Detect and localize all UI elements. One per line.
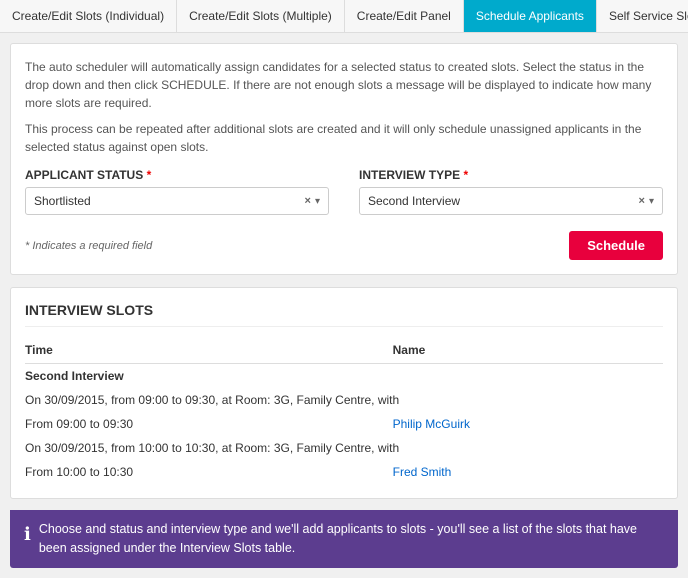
main-content: The auto scheduler will automatically as… [0,33,688,578]
slot-2-desc: On 30/09/2015, from 10:00 to 10:30, at R… [25,436,663,460]
slot-1-link[interactable]: Philip McGuirk [393,417,470,431]
group-label: Second Interview [25,364,663,389]
col-name: Name [393,339,663,364]
interview-type-select[interactable]: Second Interview × ▾ [359,187,663,215]
slot-1-name: Philip McGuirk [393,412,663,436]
interview-type-value: Second Interview [368,194,639,208]
info-bar: ℹ Choose and status and interview type a… [10,510,678,568]
table-row: On 30/09/2015, from 09:00 to 09:30, at R… [25,388,663,412]
slot-2-time: From 10:00 to 10:30 [25,460,393,484]
table-row: From 09:00 to 09:30 Philip McGuirk [25,412,663,436]
slots-table: Time Name Second Interview On 30/09/2015… [25,339,663,484]
tab-create-individual[interactable]: Create/Edit Slots (Individual) [0,0,177,32]
table-row: From 10:00 to 10:30 Fred Smith [25,460,663,484]
tab-self-service[interactable]: Self Service Slots [597,0,688,32]
applicant-status-value: Shortlisted [34,194,305,208]
info-bar-message: Choose and status and interview type and… [39,520,664,558]
applicant-status-group: APPLICANT STATUS * Shortlisted × ▾ [25,168,329,215]
tab-create-multiple[interactable]: Create/Edit Slots (Multiple) [177,0,345,32]
tab-schedule-applicants[interactable]: Schedule Applicants [464,0,597,32]
interview-type-group: INTERVIEW TYPE * Second Interview × ▾ [359,168,663,215]
applicant-status-label: APPLICANT STATUS * [25,168,329,182]
schedule-button[interactable]: Schedule [569,231,663,260]
group-label-row: Second Interview [25,364,663,389]
table-row: On 30/09/2015, from 10:00 to 10:30, at R… [25,436,663,460]
required-note: * Indicates a required field [25,240,152,252]
col-time: Time [25,339,393,364]
form-row: APPLICANT STATUS * Shortlisted × ▾ INTER… [25,168,663,215]
scheduler-card: The auto scheduler will automatically as… [10,43,678,275]
slot-2-link[interactable]: Fred Smith [393,465,452,479]
applicant-status-clear[interactable]: × [305,195,311,207]
applicant-status-arrow[interactable]: ▾ [315,196,320,207]
info-text-2: This process can be repeated after addit… [25,120,663,156]
slot-1-time: From 09:00 to 09:30 [25,412,393,436]
table-header-row: Time Name [25,339,663,364]
interview-type-arrow[interactable]: ▾ [649,196,654,207]
slots-title: INTERVIEW SLOTS [25,302,663,327]
info-icon: ℹ [24,521,31,548]
interview-type-clear[interactable]: × [639,195,645,207]
interview-type-label: INTERVIEW TYPE * [359,168,663,182]
required-star-2: * [463,168,468,182]
top-navigation: Create/Edit Slots (Individual) Create/Ed… [0,0,688,33]
applicant-status-select[interactable]: Shortlisted × ▾ [25,187,329,215]
interview-slots-card: INTERVIEW SLOTS Time Name Second Intervi… [10,287,678,499]
info-text-1: The auto scheduler will automatically as… [25,58,663,112]
required-star-1: * [147,168,152,182]
tab-create-panel[interactable]: Create/Edit Panel [345,0,464,32]
slot-2-name: Fred Smith [393,460,663,484]
slot-1-desc: On 30/09/2015, from 09:00 to 09:30, at R… [25,388,663,412]
form-footer: * Indicates a required field Schedule [25,231,663,260]
